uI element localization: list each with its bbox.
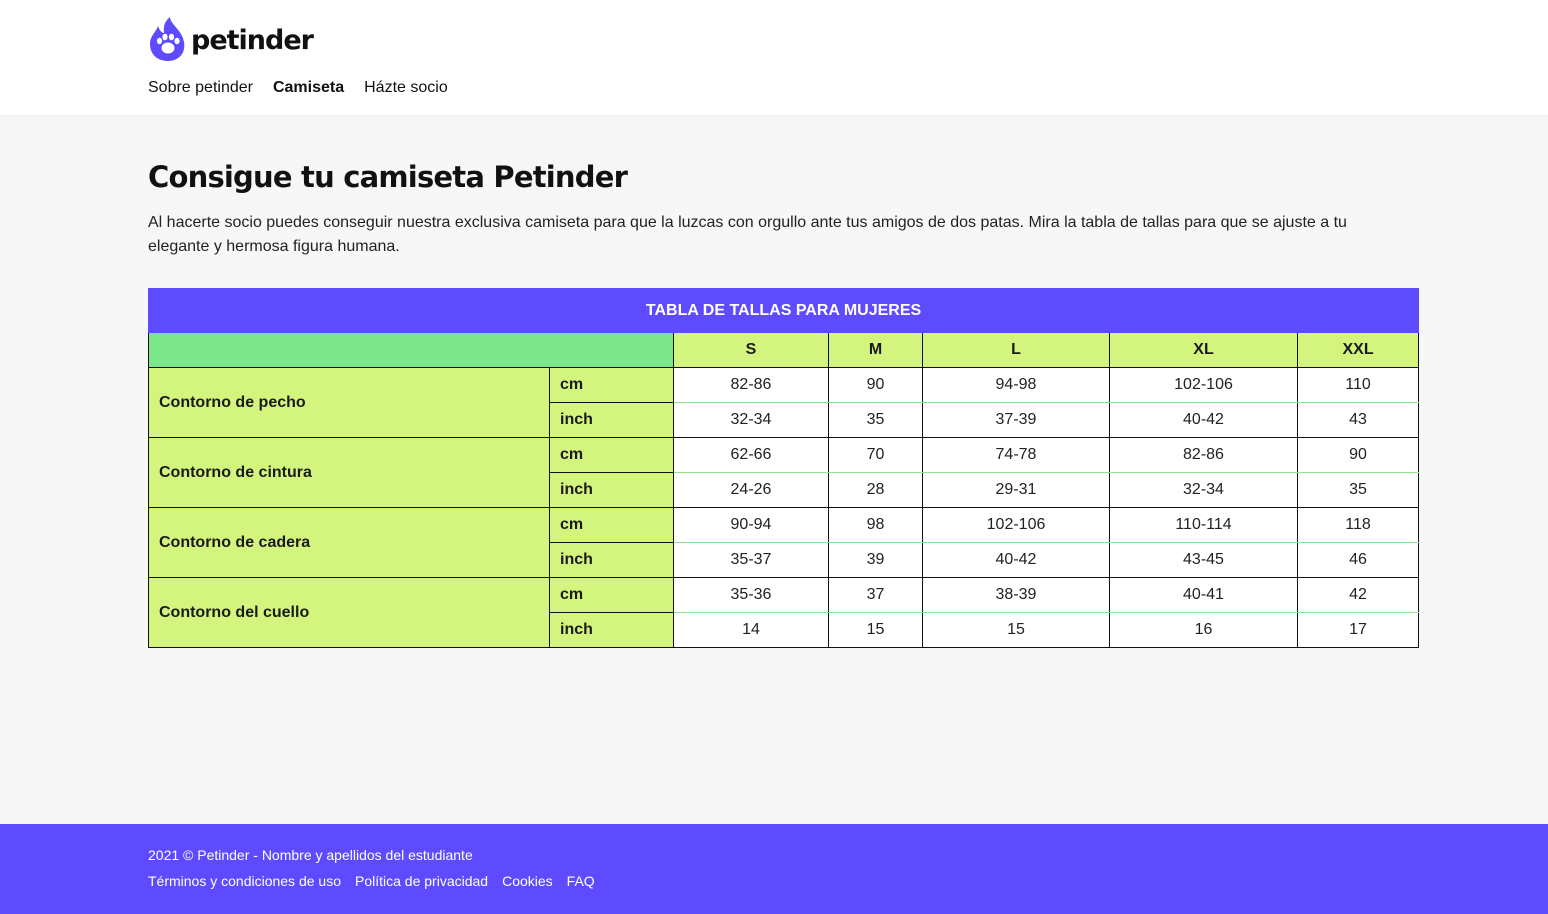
size-value-cell: 74-78 [922, 437, 1110, 473]
size-header-xl: XL [1109, 332, 1298, 368]
unit-label: cm [549, 507, 674, 543]
flame-paw-icon [150, 17, 185, 61]
footer-link-terminos[interactable]: Términos y condiciones de uso [148, 872, 341, 890]
nav-item-hazte-socio[interactable]: Házte socio [364, 78, 448, 98]
size-value-cell: 37 [828, 577, 923, 613]
size-header-row: S M L XL XXL [148, 332, 1420, 368]
size-value-cell: 90 [828, 367, 923, 403]
size-value-cell: 40-41 [1109, 577, 1298, 613]
logo-text: petinder [191, 24, 314, 56]
size-table-body: Contorno de pecho cm 82-86 90 94-98 102-106 11… [148, 367, 1420, 648]
measure-label: Contorno de cadera [148, 507, 550, 578]
measure-label: Contorno de cintura [148, 437, 550, 508]
main-nav: Sobre petinder Camiseta Házte socio [148, 78, 468, 98]
size-value-cell: 70 [828, 437, 923, 473]
unit-label: inch [549, 472, 674, 508]
size-value-cell: 43 [1296, 402, 1420, 438]
table-row: Contorno de cintura cm 62-66 70 74-78 82-86 90 [148, 437, 1420, 508]
size-value-cell: 35-36 [673, 577, 829, 613]
size-header-m: M [828, 332, 923, 368]
size-value-cell: 110 [1296, 367, 1420, 403]
size-value-cell: 37-39 [922, 402, 1110, 438]
unit-label: inch [549, 612, 674, 648]
size-value-cell: 35 [1296, 472, 1420, 508]
table-row: Contorno de pecho cm 82-86 90 94-98 102-106 11… [148, 367, 1420, 438]
size-value-cell: 15 [828, 612, 923, 648]
size-value-cell: 82-86 [673, 367, 829, 403]
site-footer: 2021 © Petinder - Nombre y apellidos del… [0, 824, 1548, 914]
footer-links: Términos y condiciones de uso Política d… [148, 872, 609, 890]
size-value-cell: 94-98 [922, 367, 1110, 403]
unit-label: inch [549, 402, 674, 438]
footer-link-privacidad[interactable]: Política de privacidad [355, 872, 488, 890]
size-value-cell: 102-106 [922, 507, 1110, 543]
site-header: petinder Sobre petinder Camiseta Házte s… [0, 0, 1548, 115]
footer-link-faq[interactable]: FAQ [567, 872, 595, 890]
size-value-cell: 28 [828, 472, 923, 508]
size-value-cell: 98 [828, 507, 923, 543]
size-value-cell: 14 [673, 612, 829, 648]
size-value-cell: 90-94 [673, 507, 829, 543]
size-value-cell: 39 [828, 542, 923, 578]
size-value-cell: 90 [1296, 437, 1420, 473]
main-content: Consigue tu camiseta Petinder Al hacerte… [147, 155, 1420, 648]
table-row: Contorno de cadera cm 90-94 98 102-106 110-11… [148, 507, 1420, 578]
size-value-cell: 42 [1296, 577, 1420, 613]
size-value-cell: 82-86 [1109, 437, 1298, 473]
measure-label: Contorno del cuello [148, 577, 550, 648]
table-caption: TABLA DE TALLAS PARA MUJERES [147, 288, 1420, 333]
nav-item-camiseta[interactable]: Camiseta [273, 78, 344, 98]
size-value-cell: 40-42 [922, 542, 1110, 578]
size-header-s: S [673, 332, 829, 368]
size-value-cell: 43-45 [1109, 542, 1298, 578]
size-value-cell: 24-26 [673, 472, 829, 508]
table-row: Contorno del cuello cm 35-36 37 38-39 40-41 42 [148, 577, 1420, 648]
page-title: Consigue tu camiseta Petinder [148, 160, 628, 194]
size-value-cell: 32-34 [673, 402, 829, 438]
nav-item-sobre-petinder[interactable]: Sobre petinder [148, 78, 253, 98]
copyright-text: 2021 © Petinder - Nombre y apellidos del… [148, 847, 473, 863]
size-value-cell: 46 [1296, 542, 1420, 578]
blank-header-cell [148, 332, 674, 368]
size-value-cell: 102-106 [1109, 367, 1298, 403]
size-value-cell: 17 [1296, 612, 1420, 648]
size-header-xxl: XXL [1296, 332, 1420, 368]
size-table: TABLA DE TALLAS PARA MUJERES S M L XL XX… [147, 288, 1420, 648]
measure-label: Contorno de pecho [148, 367, 550, 438]
size-value-cell: 35 [828, 402, 923, 438]
size-value-cell: 32-34 [1109, 472, 1298, 508]
size-value-cell: 38-39 [922, 577, 1110, 613]
size-value-cell: 118 [1296, 507, 1420, 543]
size-value-cell: 40-42 [1109, 402, 1298, 438]
unit-label: cm [549, 367, 674, 403]
unit-label: cm [549, 577, 674, 613]
unit-label: inch [549, 542, 674, 578]
size-value-cell: 110-114 [1109, 507, 1298, 543]
size-value-cell: 16 [1109, 612, 1298, 648]
size-value-cell: 35-37 [673, 542, 829, 578]
size-value-cell: 15 [922, 612, 1110, 648]
intro-paragraph: Al hacerte socio puedes conseguir nuestr… [148, 214, 1347, 255]
footer-link-cookies[interactable]: Cookies [502, 872, 553, 890]
unit-label: cm [549, 437, 674, 473]
size-value-cell: 29-31 [922, 472, 1110, 508]
size-header-l: L [922, 332, 1110, 368]
size-value-cell: 62-66 [673, 437, 829, 473]
logo[interactable]: petinder [148, 16, 314, 62]
